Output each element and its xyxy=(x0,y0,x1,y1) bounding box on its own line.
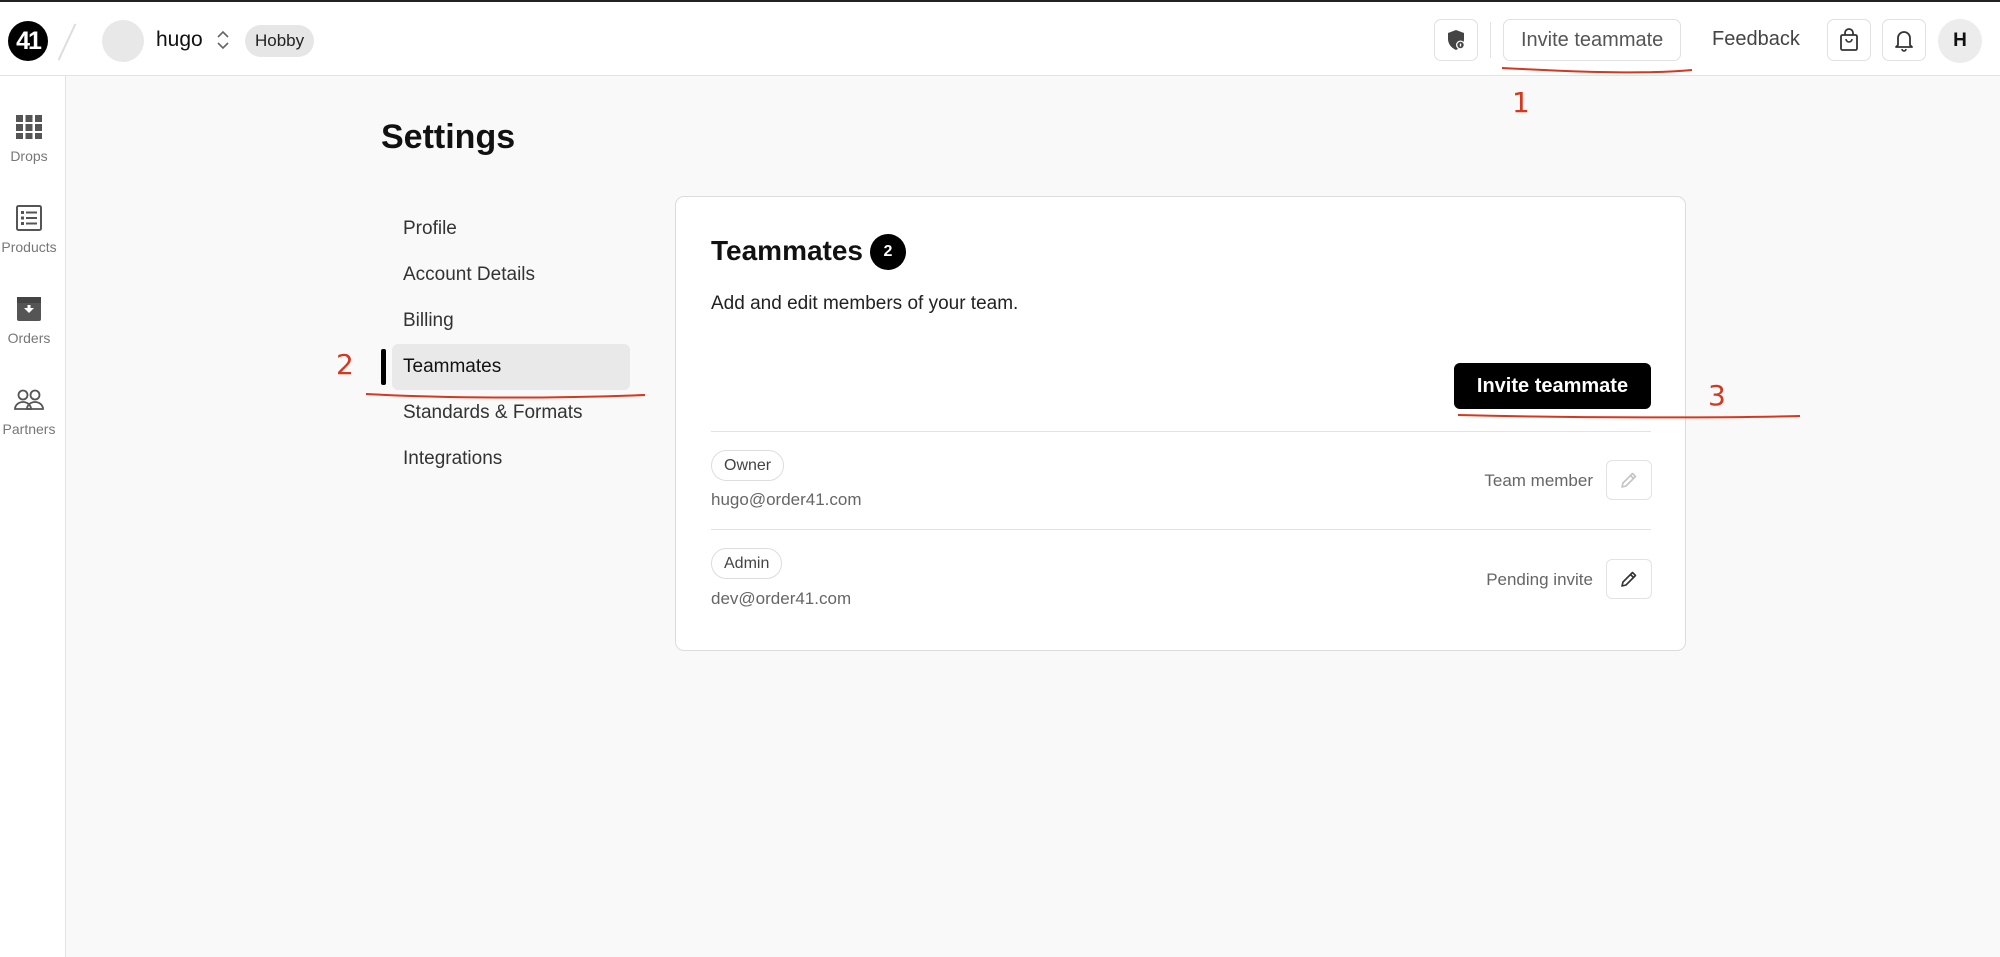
left-rail: Drops Products Orders Partners xyxy=(0,76,66,957)
logo[interactable]: 41 xyxy=(8,21,48,61)
security-button[interactable] xyxy=(1434,19,1478,61)
teammates-card: Teammates 2 Add and edit members of your… xyxy=(675,196,1686,651)
settings-nav-billing[interactable]: Billing xyxy=(392,298,630,344)
notifications-button[interactable] xyxy=(1882,19,1926,61)
workspace-name[interactable]: hugo xyxy=(156,28,203,52)
divider xyxy=(711,431,1651,432)
pencil-icon xyxy=(1621,571,1637,587)
annotation-number-3: 3 xyxy=(1708,379,1726,412)
member-email: hugo@order41.com xyxy=(711,490,862,509)
sidebar-item-label: Orders xyxy=(7,330,51,346)
role-pill: Admin xyxy=(711,548,783,579)
sidebar-item-label: Products xyxy=(1,239,57,255)
pencil-icon xyxy=(1621,472,1637,488)
settings-nav-standards-formats[interactable]: Standards & Formats xyxy=(392,390,630,436)
teammates-description: Add and edit members of your team. xyxy=(711,293,1019,314)
feedback-link[interactable]: Feedback xyxy=(1712,28,1800,51)
header-invite-teammate-button[interactable]: Invite teammate xyxy=(1503,19,1682,61)
list-icon xyxy=(16,205,42,231)
page-title: Settings xyxy=(381,118,516,156)
top-bar: 41 hugo Hobby Invite teammate Feedback H xyxy=(0,0,2000,76)
plan-badge: Hobby xyxy=(245,25,315,57)
active-nav-indicator xyxy=(381,349,386,385)
breadcrumb-separator xyxy=(57,23,77,61)
role-pill: Owner xyxy=(711,450,785,481)
member-email: dev@order41.com xyxy=(711,589,852,608)
edit-member-button[interactable] xyxy=(1606,460,1652,500)
chevron-up-down-icon[interactable] xyxy=(215,26,231,54)
invite-teammate-button[interactable]: Invite teammate xyxy=(1454,363,1651,409)
settings-nav-integrations[interactable]: Integrations xyxy=(392,436,630,482)
user-avatar[interactable]: H xyxy=(1938,19,1982,63)
grid-icon xyxy=(16,115,42,139)
sidebar-item-label: Partners xyxy=(2,421,56,437)
edit-member-button[interactable] xyxy=(1606,559,1652,599)
sidebar-item-orders[interactable]: Orders xyxy=(0,296,58,346)
teammates-title: Teammates xyxy=(711,235,864,266)
bell-icon xyxy=(1895,31,1913,52)
cart-button[interactable] xyxy=(1827,19,1871,61)
settings-nav-account-details[interactable]: Account Details xyxy=(392,252,630,298)
shopping-bag-icon xyxy=(1840,28,1858,51)
settings-nav-profile[interactable]: Profile xyxy=(392,206,630,252)
divider xyxy=(711,529,1651,530)
workspace-avatar[interactable] xyxy=(102,20,144,62)
settings-nav-teammates[interactable]: Teammates xyxy=(392,344,630,390)
member-status: Team member xyxy=(1484,471,1593,490)
sidebar-item-products[interactable]: Products xyxy=(0,205,58,255)
annotation-number-1: 1 xyxy=(1512,86,1530,119)
shield-icon xyxy=(1448,30,1465,50)
sidebar-item-drops[interactable]: Drops xyxy=(0,114,58,164)
sidebar-item-partners[interactable]: Partners xyxy=(0,387,58,437)
inbox-icon xyxy=(17,297,41,321)
member-status: Pending invite xyxy=(1486,570,1593,589)
user-initial: H xyxy=(1953,30,1967,51)
sidebar-item-label: Drops xyxy=(10,148,48,164)
people-icon xyxy=(14,389,44,410)
logo-text: 41 xyxy=(16,26,42,55)
toolbar-divider xyxy=(1490,22,1491,58)
annotation-number-2: 2 xyxy=(336,348,354,381)
teammates-count-badge: 2 xyxy=(870,234,906,270)
